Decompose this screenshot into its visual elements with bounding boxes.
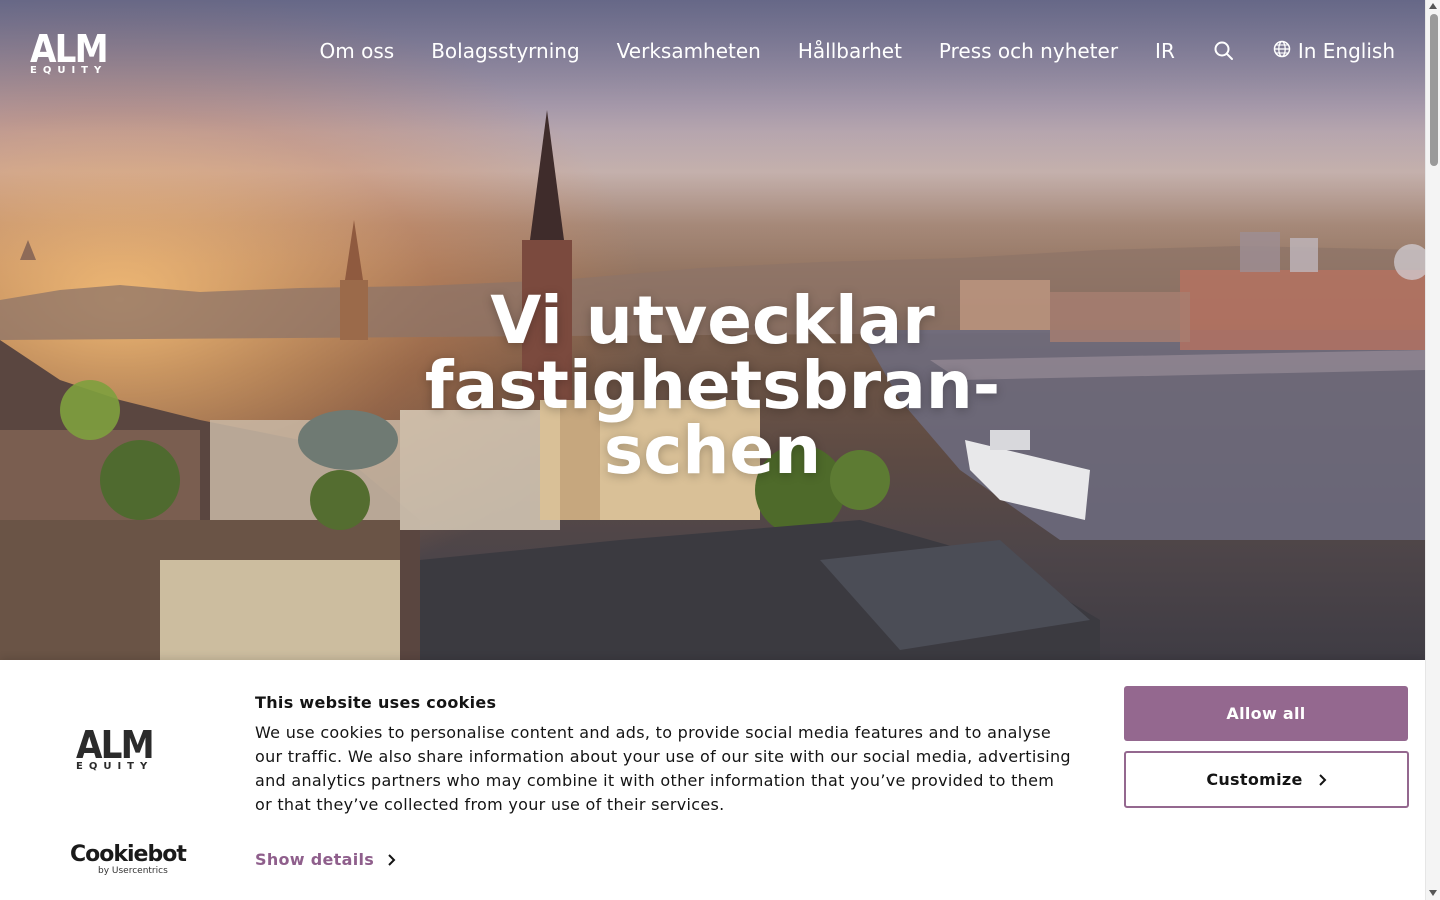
language-label[interactable]: In English (1298, 37, 1395, 65)
globe-icon (1273, 40, 1291, 62)
allow-all-button[interactable]: Allow all (1124, 686, 1408, 741)
logo-wordmark: ALM (30, 27, 109, 71)
hero-section: ALM EQUITY Om oss Bolagsstyrning Verksam… (0, 0, 1425, 660)
search-icon[interactable] (1213, 40, 1235, 62)
cookiebot-byline: by Usercentrics (98, 866, 168, 876)
nav-item-hallbarhet[interactable]: Hållbarhet (798, 37, 902, 65)
nav-item-om-oss[interactable]: Om oss (320, 37, 395, 65)
cookiebot-brand: Cookiebot (70, 842, 187, 867)
nav-item-press-och-nyheter[interactable]: Press och nyheter (939, 37, 1118, 65)
chevron-right-icon (388, 854, 396, 866)
cookie-banner-title: This website uses cookies (255, 693, 497, 712)
hero-title: Vi utvecklar fastighetsbran- schen (0, 282, 1425, 489)
scroll-up-arrow-icon[interactable] (1429, 3, 1437, 9)
nav-item-bolagsstyrning[interactable]: Bolagsstyrning (431, 37, 579, 65)
nav-item-ir[interactable]: IR (1155, 37, 1175, 65)
cookie-banner: ALM EQUITY Cookiebot by Usercentrics Thi… (0, 660, 1425, 900)
scroll-down-arrow-icon[interactable] (1429, 890, 1437, 896)
scrollbar-thumb[interactable] (1430, 14, 1438, 166)
main-navigation: Om oss Bolagsstyrning Verksamheten Hållb… (320, 37, 1395, 65)
customize-label: Customize (1206, 770, 1303, 789)
chevron-right-icon (1318, 773, 1327, 786)
cookie-banner-logo: ALM EQUITY (76, 723, 172, 776)
page-scrollbar[interactable] (1425, 0, 1440, 900)
alm-equity-logo[interactable]: ALM EQUITY (30, 27, 120, 76)
show-details-link[interactable]: Show details (255, 850, 396, 870)
cookie-banner-text: We use cookies to personalise content an… (255, 723, 1071, 814)
cookiebot-logo[interactable]: Cookiebot by Usercentrics (70, 842, 187, 878)
hero-title-line-3: schen (603, 412, 822, 489)
nav-item-verksamheten[interactable]: Verksamheten (617, 37, 761, 65)
show-details-label: Show details (255, 850, 375, 869)
cookie-logo-wordmark: ALM (76, 723, 155, 767)
hero-title-line-1: Vi utvecklar (490, 282, 935, 359)
customize-button[interactable]: Customize (1124, 751, 1409, 808)
hero-title-line-2: fastighetsbran- (424, 347, 1001, 424)
language-switch[interactable]: In English (1273, 37, 1395, 65)
